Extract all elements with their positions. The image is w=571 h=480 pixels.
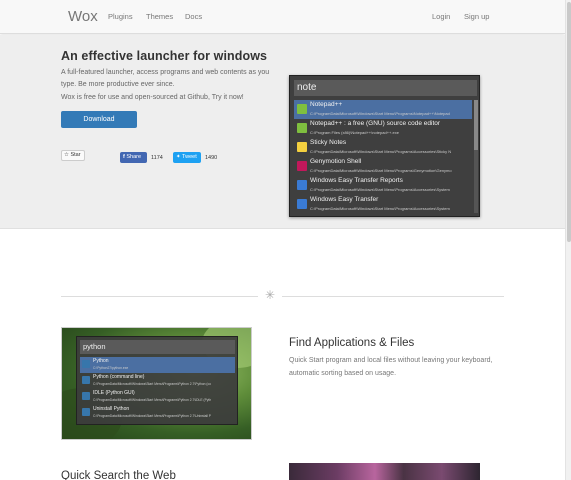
result-title: Sticky Notes: [310, 139, 347, 146]
result-title: Windows Easy Transfer Reports: [310, 177, 403, 184]
hero-section: [0, 35, 565, 229]
mini-launcher-window: python Python C:\Python27\python.exe Pytho…: [76, 336, 238, 425]
genymotion-shell-icon: [297, 161, 307, 171]
share-label: Share: [126, 154, 142, 160]
mini-result-path: C:\Python27\python.exe: [93, 366, 129, 370]
divider-line-right: [282, 296, 504, 297]
result-path: C:\ProgramData\Microsoft\Windows\Start M…: [310, 206, 450, 211]
mini-result-path: C:\ProgramData\Microsoft\Windows\Start M…: [93, 382, 212, 386]
python-icon: [82, 360, 90, 368]
launcher-result-item[interactable]: Notepad++ C:\ProgramData\Microsoft\Window…: [294, 100, 472, 119]
hero-free-text: Wox is free for use and open-sourced at …: [61, 94, 244, 101]
launcher-scrollbar[interactable]: [474, 100, 478, 213]
mini-result-title: IDLE (Python GUI): [93, 390, 135, 396]
mini-result-item: IDLE (Python GUI) C:\ProgramData\Microsof…: [80, 389, 235, 405]
facebook-share-button[interactable]: f Share: [120, 152, 147, 163]
brand-logo[interactable]: Wox: [68, 8, 98, 25]
tweet-count: 1490: [205, 155, 218, 161]
launcher-result-item[interactable]: Windows Easy Transfer Reports C:\ProgramD…: [294, 176, 472, 195]
result-title: Genymotion Shell: [310, 158, 362, 165]
python-icon: [82, 408, 90, 416]
nav-link-docs[interactable]: Docs: [185, 12, 202, 21]
mini-result-path: C:\ProgramData\Microsoft\Windows\Start M…: [93, 398, 212, 402]
launcher-scroll-thumb[interactable]: [474, 100, 478, 150]
feature-title: Find Applications & Files: [289, 337, 415, 349]
section2-screenshot: [289, 463, 480, 480]
mini-result-item: Python C:\Python27\python.exe: [80, 357, 235, 373]
feature-screenshot-python: python Python C:\Python27\python.exe Pytho…: [61, 327, 252, 440]
python-icon: [82, 392, 90, 400]
asterisk-icon: ✳: [265, 288, 276, 302]
mini-query-input: python: [80, 340, 235, 354]
star-label: Star: [70, 152, 81, 158]
result-path: C:\ProgramData\Microsoft\Windows\Start M…: [310, 168, 452, 173]
login-link[interactable]: Login: [432, 12, 450, 21]
divider-line-left: [61, 296, 258, 297]
page-scroll-thumb[interactable]: [567, 2, 571, 242]
launcher-result-item[interactable]: Sticky Notes C:\ProgramData\Microsoft\Win…: [294, 138, 472, 157]
mini-result-title: Python (command line): [93, 374, 145, 380]
navbar: Wox Plugins Themes Docs Login Sign up: [0, 0, 565, 34]
nav-link-plugins[interactable]: Plugins: [108, 12, 133, 21]
download-button[interactable]: Download: [61, 111, 137, 128]
nav-link-themes[interactable]: Themes: [146, 12, 173, 21]
page: Wox Plugins Themes Docs Login Sign up An…: [0, 0, 571, 480]
sticky-notes-icon: [297, 142, 307, 152]
python-icon: [82, 376, 90, 384]
facebook-icon: f: [123, 154, 125, 160]
notepad-plus-icon: [297, 104, 307, 114]
page-scrollbar[interactable]: [565, 0, 571, 480]
launcher-query-input[interactable]: note: [294, 80, 477, 96]
result-title: Windows Easy Transfer: [310, 196, 379, 203]
notepad-plus-icon: [297, 123, 307, 133]
signup-link[interactable]: Sign up: [464, 12, 489, 21]
mini-result-item: Python (command line) C:\ProgramData\Micr…: [80, 373, 235, 389]
feature-description: Quick Start program and local files with…: [289, 357, 493, 377]
easy-transfer-icon: [297, 199, 307, 209]
launcher-result-item[interactable]: Genymotion Shell C:\ProgramData\Microsoft…: [294, 157, 472, 176]
tweet-button[interactable]: ✦ Tweet: [173, 152, 201, 163]
hero-title: An effective launcher for windows: [61, 49, 268, 63]
mini-result-item: Uninstall Python C:\ProgramData\Microsoft…: [80, 405, 235, 421]
mini-result-title: Uninstall Python: [93, 406, 130, 412]
easy-transfer-icon: [297, 180, 307, 190]
star-icon: ☆: [64, 152, 69, 158]
twitter-icon: ✦: [176, 154, 181, 160]
result-path: C:\ProgramData\Microsoft\Windows\Start M…: [310, 149, 452, 154]
github-star-button[interactable]: ☆ Star: [61, 150, 85, 161]
result-title: Notepad++ : a free (GNU) source code edi…: [310, 120, 441, 127]
result-title: Notepad++: [310, 101, 343, 108]
tweet-label: Tweet: [182, 154, 197, 160]
launcher-result-item[interactable]: Windows Easy Transfer C:\ProgramData\Micr…: [294, 195, 472, 214]
launcher-result-item[interactable]: Notepad++ : a free (GNU) source code edi…: [294, 119, 472, 138]
section2-title: Quick Search the Web: [61, 470, 176, 480]
result-path: C:\ProgramData\Microsoft\Windows\Start M…: [310, 187, 450, 192]
share-count: 1174: [151, 155, 163, 161]
mini-result-path: C:\ProgramData\Microsoft\Windows\Start M…: [93, 414, 211, 418]
launcher-demo-window: note Notepad++ C:\ProgramData\Microsoft\W…: [289, 75, 480, 217]
hero-description: A full-featured launcher, access program…: [61, 69, 270, 88]
result-path: C:\ProgramData\Microsoft\Windows\Start M…: [310, 111, 450, 116]
mini-result-title: Python: [93, 358, 109, 364]
result-path: C:\Program Files (x86)\Notepad++\notepad…: [310, 130, 399, 135]
